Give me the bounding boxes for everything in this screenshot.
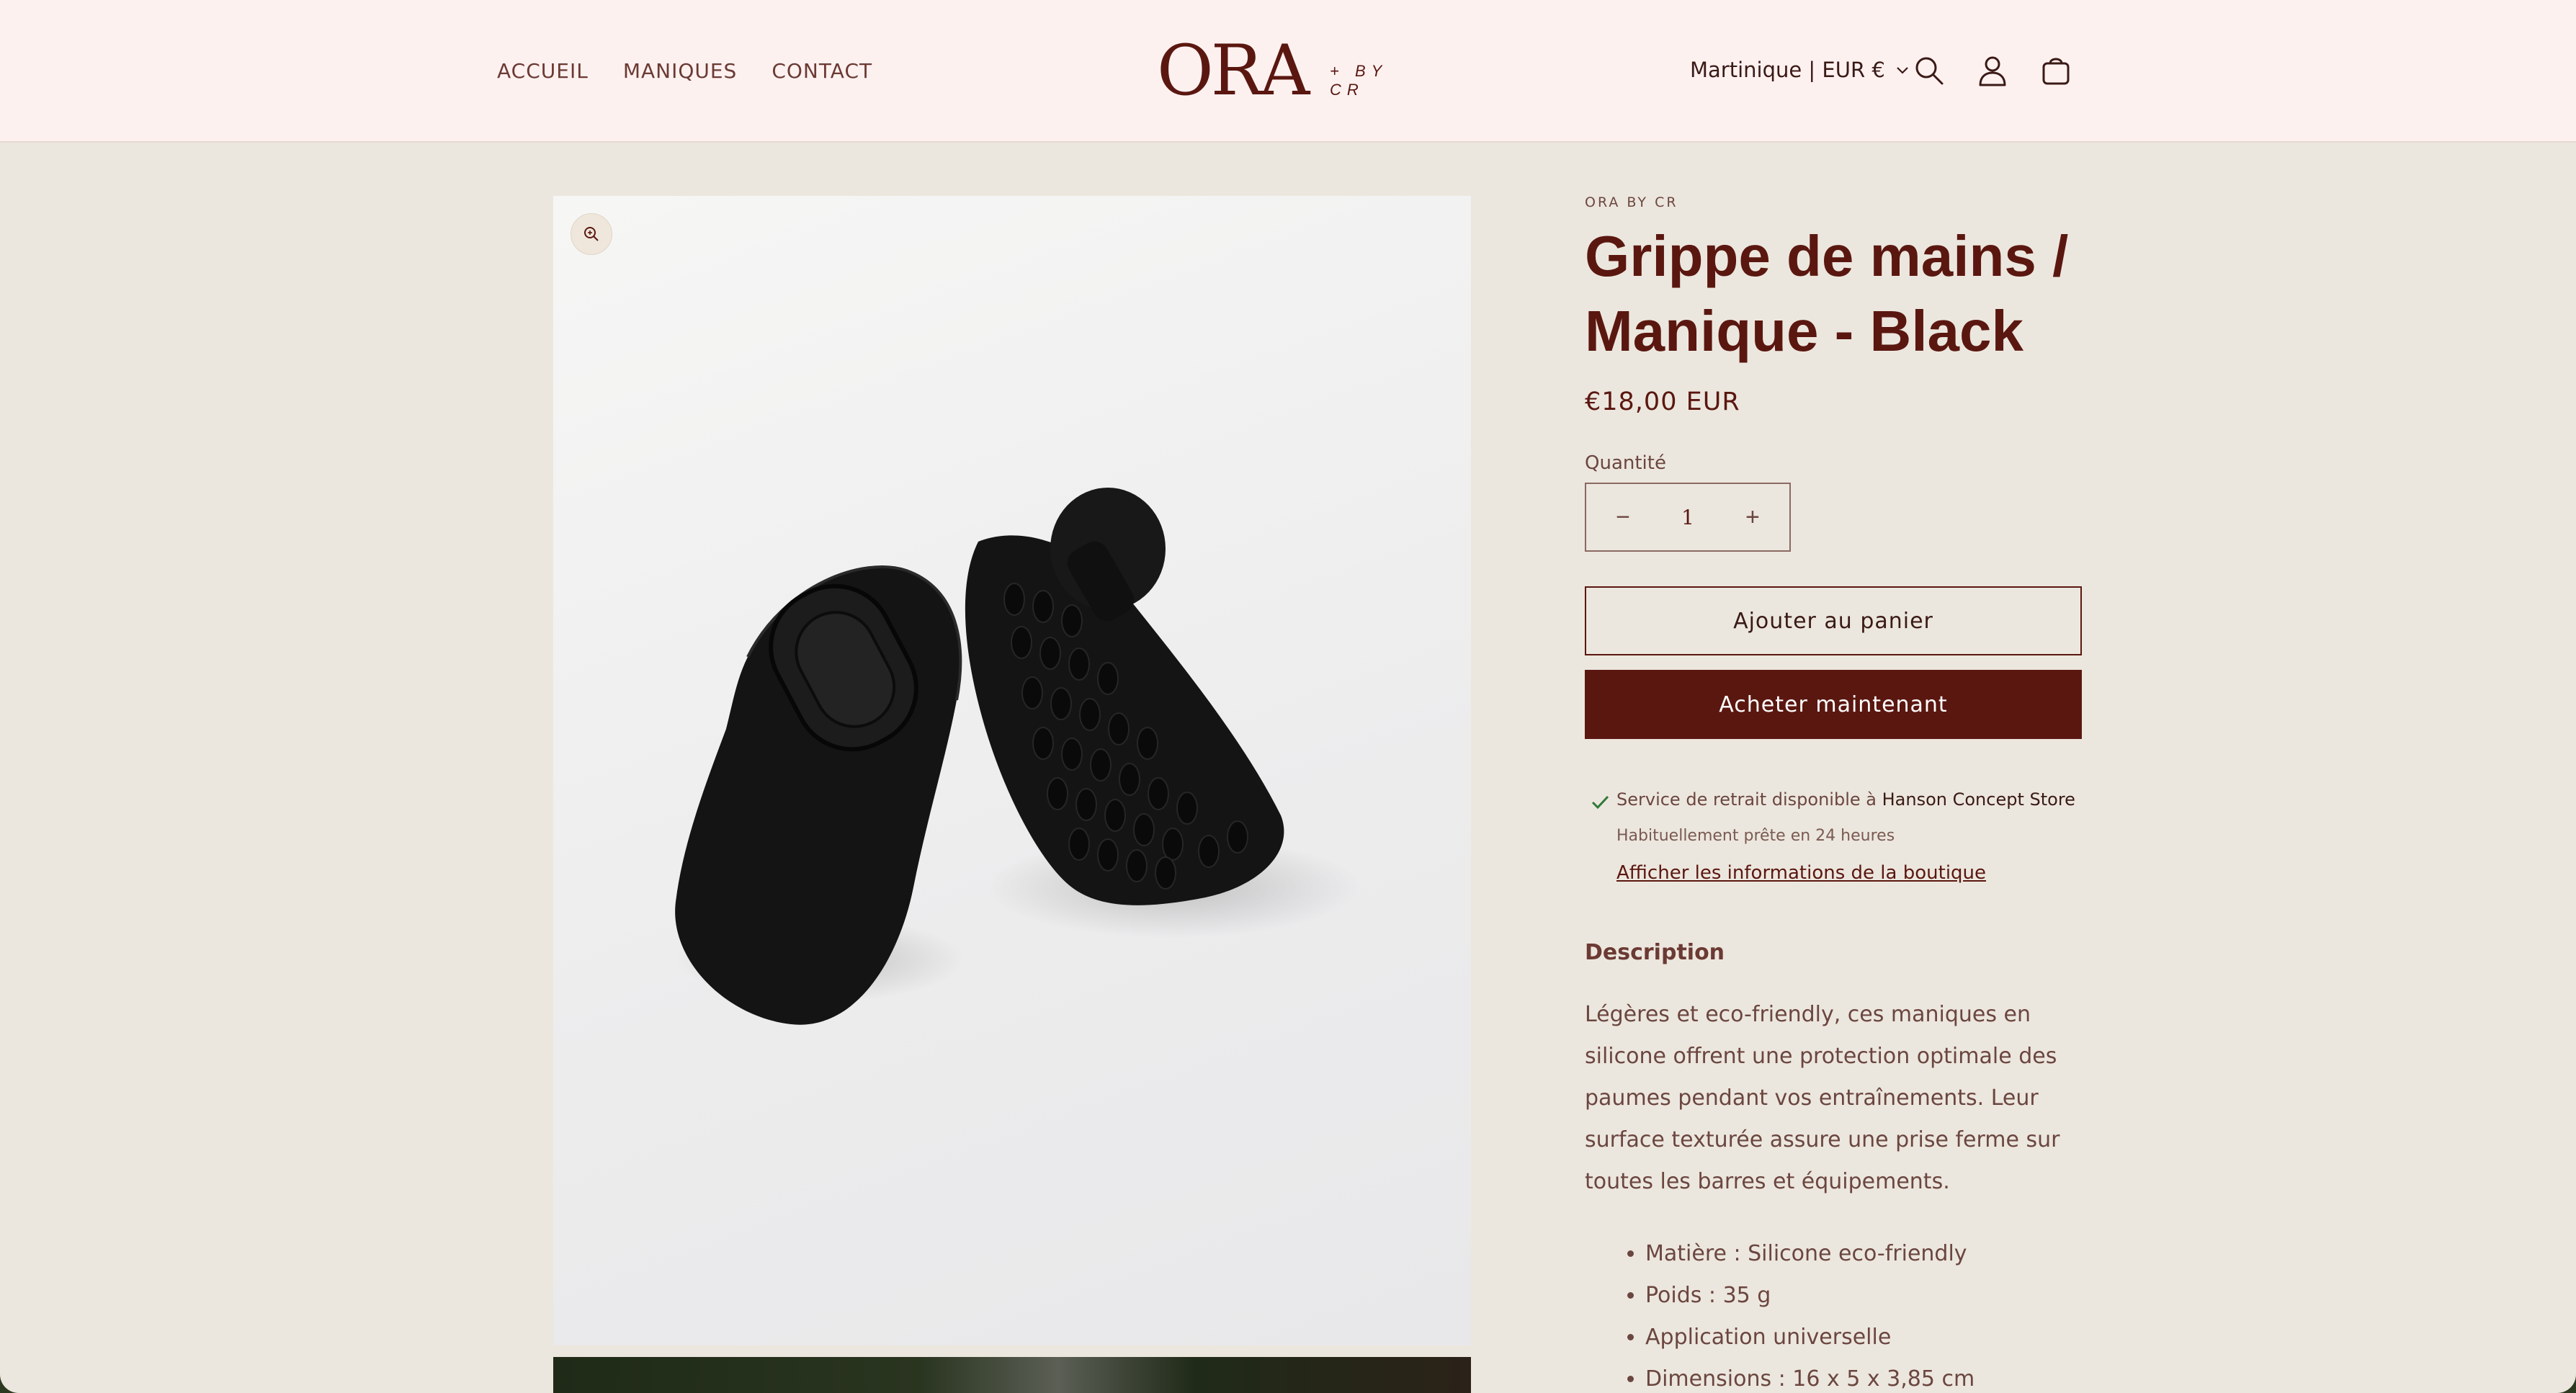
store-info-link[interactable]: Afficher les informations de la boutique <box>1616 862 1986 884</box>
product-title: Grippe de mains / Manique - Black <box>1585 224 2069 363</box>
pickup-store: Hanson Concept Store <box>1882 789 2075 810</box>
site-logo[interactable]: ORA + BY CR <box>1157 33 1423 108</box>
pickup-status: Service de retrait disponible à Hanson C… <box>1616 789 2082 810</box>
cart-icon[interactable] <box>2039 53 2073 88</box>
search-icon[interactable] <box>1912 53 1946 88</box>
locale-label: Martinique | EUR € <box>1690 58 1885 82</box>
quantity-input[interactable]: 1 <box>1681 506 1694 529</box>
spec-list: Matière : Silicone eco-friendly Poids : … <box>1585 1233 2082 1393</box>
quantity-stepper: − 1 + <box>1585 483 1791 552</box>
nav-link-accueil[interactable]: ACCUEIL <box>497 59 589 83</box>
checkmark-icon <box>1591 795 1609 810</box>
quantity-decrease-button[interactable]: − <box>1612 503 1634 532</box>
product-price: €18,00 EUR <box>1585 388 1740 416</box>
site-header: ACCUEIL MANIQUES CONTACT ORA + BY CR Mar… <box>0 0 2576 143</box>
logo-tagline: + BY CR <box>1330 62 1387 99</box>
buy-now-button[interactable]: Acheter maintenant <box>1585 670 2082 739</box>
spec-item: Dimensions : 16 x 5 x 3,85 cm <box>1645 1358 2082 1393</box>
spec-item: Matière : Silicone eco-friendly <box>1645 1233 2082 1275</box>
browser-page: ACCUEIL MANIQUES CONTACT ORA + BY CR Mar… <box>0 0 2576 1393</box>
product-info: ORA BY CR Grippe de mains / Manique - Bl… <box>1585 194 2082 1393</box>
chevron-down-icon <box>1897 67 1908 74</box>
add-to-cart-button[interactable]: Ajouter au panier <box>1585 586 2082 655</box>
main-nav: ACCUEIL MANIQUES CONTACT <box>497 59 872 83</box>
product-image-secondary[interactable] <box>553 1357 1471 1393</box>
spec-item: Poids : 35 g <box>1645 1275 2082 1317</box>
country-currency-selector[interactable]: Martinique | EUR € <box>1690 58 1911 82</box>
description-text: Légères et eco-friendly, ces maniques en… <box>1585 1002 2060 1194</box>
nav-link-contact[interactable]: CONTACT <box>772 59 872 83</box>
pickup-text: Service de retrait disponible à <box>1616 789 1877 810</box>
product-image-main[interactable] <box>553 196 1471 1345</box>
description-heading: Description <box>1585 940 1725 965</box>
nav-link-maniques[interactable]: MANIQUES <box>623 59 738 83</box>
hand-grip-photo <box>675 488 1360 1025</box>
pickup-availability: Service de retrait disponible à Hanson C… <box>1585 789 2082 884</box>
product-vendor: ORA BY CR <box>1585 194 1678 210</box>
quantity-label: Quantité <box>1585 452 1666 474</box>
pickup-ready-time: Habituellement prête en 24 heures <box>1616 827 1895 845</box>
spec-item: Application universelle <box>1645 1317 2082 1358</box>
quantity-increase-button[interactable]: + <box>1742 503 1763 532</box>
account-icon[interactable] <box>1975 53 2010 88</box>
logo-wordmark: ORA <box>1157 30 1310 111</box>
